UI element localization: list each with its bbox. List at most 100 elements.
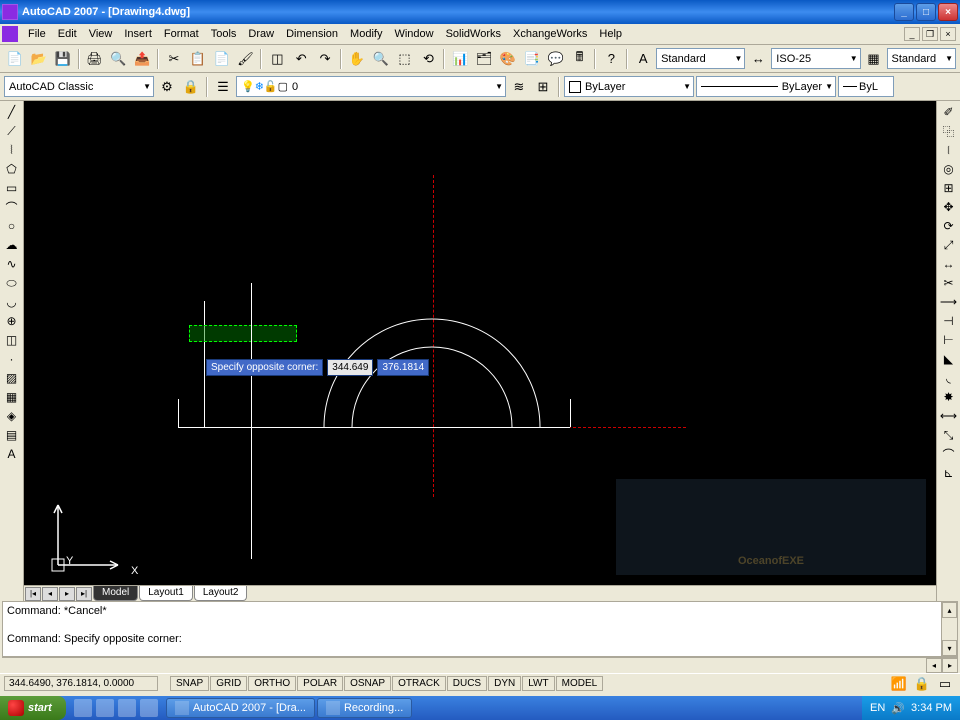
menu-tools[interactable]: Tools <box>205 26 243 42</box>
menu-file[interactable]: File <box>22 26 52 42</box>
start-button[interactable]: start <box>0 696 66 720</box>
join-icon[interactable]: ⊢ <box>939 331 959 349</box>
tab-layout2[interactable]: Layout2 <box>194 586 248 601</box>
menu-draw[interactable]: Draw <box>242 26 280 42</box>
menu-modify[interactable]: Modify <box>344 26 388 42</box>
quicklaunch-4[interactable] <box>140 699 158 717</box>
cmd-scroll-down[interactable]: ▾ <box>942 640 957 656</box>
otrack-toggle[interactable]: OTRACK <box>392 676 446 691</box>
menu-solidworks[interactable]: SolidWorks <box>440 26 507 42</box>
tool-palette-icon[interactable]: 🎨 <box>497 48 519 70</box>
dim-arc-icon[interactable]: ⌒ <box>939 445 959 463</box>
gradient-icon[interactable]: ▦ <box>2 388 22 406</box>
workspace-settings-icon[interactable]: ⚙ <box>156 76 178 98</box>
cmd-scroll-up[interactable]: ▴ <box>942 602 957 618</box>
taskbar-autocad[interactable]: AutoCAD 2007 - [Dra... <box>166 698 315 718</box>
cmd-scroll-left[interactable]: ◂ <box>926 658 942 673</box>
paste-icon[interactable]: 📄 <box>211 48 233 70</box>
redo-icon[interactable]: ↷ <box>314 48 336 70</box>
markup-icon[interactable]: 💬 <box>545 48 567 70</box>
workspace-lock-icon[interactable]: 🔒 <box>180 76 202 98</box>
publish-icon[interactable]: 📤 <box>131 48 153 70</box>
ducs-toggle[interactable]: DUCS <box>447 676 487 691</box>
ellipse-icon[interactable]: ⬭ <box>2 274 22 292</box>
chamfer-icon[interactable]: ◣ <box>939 350 959 368</box>
menu-format[interactable]: Format <box>158 26 205 42</box>
open-icon[interactable]: 📂 <box>28 48 50 70</box>
ortho-toggle[interactable]: ORTHO <box>248 676 296 691</box>
line-icon[interactable]: ╱ <box>2 103 22 121</box>
block-make-icon[interactable]: ◫ <box>2 331 22 349</box>
menu-view[interactable]: View <box>83 26 119 42</box>
copy-icon[interactable]: 📋 <box>187 48 209 70</box>
minimize-button[interactable]: _ <box>894 3 914 21</box>
properties-icon[interactable]: 📊 <box>449 48 471 70</box>
dim-style-dropdown[interactable]: ISO-25▼ <box>771 48 860 69</box>
tray-icon[interactable]: 🔊 <box>891 702 905 715</box>
layer-manager-icon[interactable]: ☰ <box>212 76 234 98</box>
tab-model[interactable]: Model <box>93 586 138 601</box>
zoom-rt-icon[interactable]: 🔍 <box>370 48 392 70</box>
match-icon[interactable]: 🖌 <box>235 48 257 70</box>
system-tray[interactable]: EN 🔊 3:34 PM <box>862 696 960 720</box>
dim-ordinate-icon[interactable]: ⊾ <box>939 464 959 482</box>
tab-last[interactable]: ▸| <box>76 587 92 601</box>
lineweight-dropdown[interactable]: ByL <box>838 76 894 97</box>
rectangle-icon[interactable]: ▭ <box>2 179 22 197</box>
sheet-set-icon[interactable]: 📑 <box>521 48 543 70</box>
tab-layout1[interactable]: Layout1 <box>139 586 193 601</box>
ellipse-arc-icon[interactable]: ◡ <box>2 293 22 311</box>
table-style-icon[interactable]: ▦ <box>863 48 885 70</box>
insert-icon[interactable]: ⊕ <box>2 312 22 330</box>
dim-aligned-icon[interactable]: ⤡ <box>939 426 959 444</box>
clean-screen-icon[interactable]: ▭ <box>934 673 956 695</box>
polygon-icon[interactable]: ⬠ <box>2 160 22 178</box>
break-icon[interactable]: ⊣ <box>939 312 959 330</box>
menu-insert[interactable]: Insert <box>118 26 158 42</box>
help-icon[interactable]: ? <box>600 48 622 70</box>
circle-icon[interactable]: ○ <box>2 217 22 235</box>
menu-xchangeworks[interactable]: XchangeWorks <box>507 26 593 42</box>
zoom-win-icon[interactable]: ⬚ <box>394 48 416 70</box>
layer-states-icon[interactable]: ⊞ <box>532 76 554 98</box>
lock-ui-icon[interactable]: 🔒 <box>911 673 933 695</box>
text-style-icon[interactable]: A <box>632 48 654 70</box>
color-dropdown[interactable]: ByLayer▼ <box>564 76 694 97</box>
layer-dropdown[interactable]: 💡❄🔓▢ 0▼ <box>236 76 506 97</box>
dim-style-icon[interactable]: ↔ <box>747 48 769 70</box>
preview-icon[interactable]: 🔍 <box>107 48 129 70</box>
polar-toggle[interactable]: POLAR <box>297 676 343 691</box>
close-button[interactable]: × <box>938 3 958 21</box>
mdi-minimize[interactable]: _ <box>904 27 920 41</box>
grid-toggle[interactable]: GRID <box>210 676 247 691</box>
mdi-close[interactable]: × <box>940 27 956 41</box>
coordinates[interactable]: 344.6490, 376.1814, 0.0000 <box>4 676 158 691</box>
zoom-prev-icon[interactable]: ⟲ <box>418 48 440 70</box>
block-icon[interactable]: ◫ <box>266 48 288 70</box>
move-icon[interactable]: ✥ <box>939 198 959 216</box>
menu-window[interactable]: Window <box>388 26 439 42</box>
command-window[interactable]: Command: *Cancel* Command: Specify oppos… <box>2 601 958 657</box>
snap-toggle[interactable]: SNAP <box>170 676 209 691</box>
dim-linear-icon[interactable]: ⟷ <box>939 407 959 425</box>
erase-icon[interactable]: ✐ <box>939 103 959 121</box>
array-icon[interactable]: ⊞ <box>939 179 959 197</box>
fillet-icon[interactable]: ◟ <box>939 369 959 387</box>
lwt-toggle[interactable]: LWT <box>522 676 554 691</box>
mtext-icon[interactable]: A <box>2 445 22 463</box>
tray-clock[interactable]: 3:34 PM <box>911 702 952 714</box>
table-icon[interactable]: ▤ <box>2 426 22 444</box>
scale-icon[interactable]: ⤢ <box>939 236 959 254</box>
calc-icon[interactable]: 🖩 <box>569 48 591 70</box>
comm-center-icon[interactable]: 📶 <box>888 673 910 695</box>
tab-first[interactable]: |◂ <box>25 587 41 601</box>
osnap-toggle[interactable]: OSNAP <box>344 676 391 691</box>
stretch-icon[interactable]: ↔ <box>939 255 959 273</box>
menu-edit[interactable]: Edit <box>52 26 83 42</box>
rotate-icon[interactable]: ⟳ <box>939 217 959 235</box>
point-icon[interactable]: · <box>2 350 22 368</box>
undo-icon[interactable]: ↶ <box>290 48 312 70</box>
command-text[interactable]: Command: *Cancel* Command: Specify oppos… <box>3 602 941 656</box>
pline-icon[interactable]: ⦚ <box>2 141 22 159</box>
table-style-dropdown[interactable]: Standard▼ <box>887 48 957 69</box>
